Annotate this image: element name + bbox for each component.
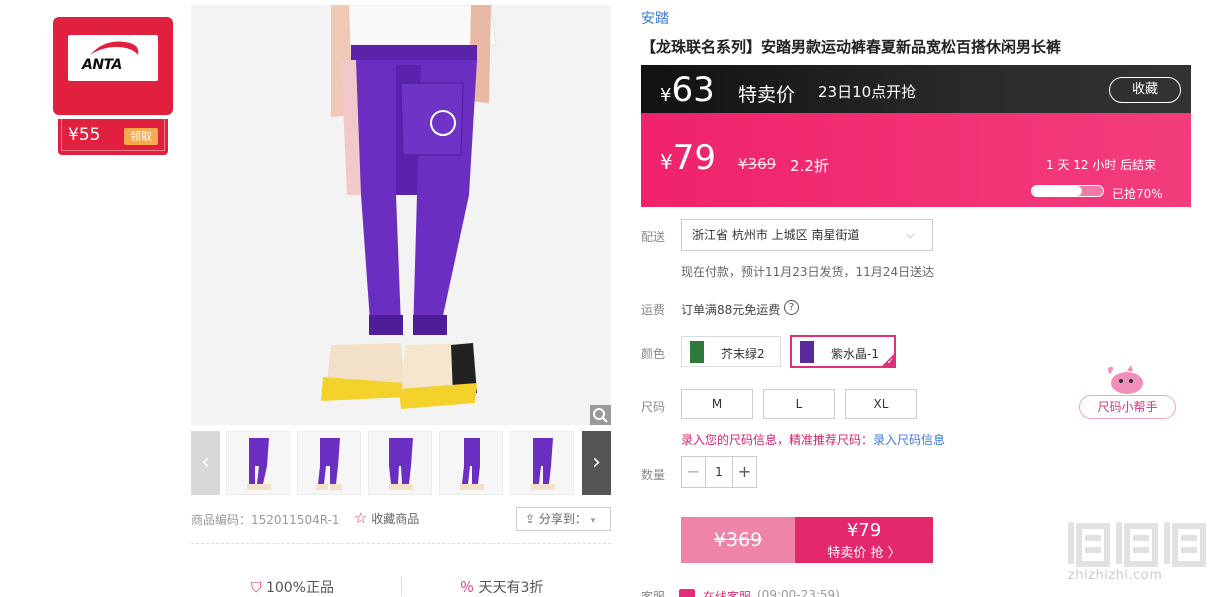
quantity-plus-button[interactable]: + — [732, 457, 756, 487]
chevron-left-icon[interactable]: ‹ — [191, 431, 220, 495]
coupon-top: ANTA — [53, 17, 173, 115]
size-option-l[interactable]: L — [763, 389, 835, 419]
brand-link[interactable]: 安踏 — [641, 8, 669, 28]
size-label: 尺码 — [641, 400, 666, 414]
star-icon: ☆ — [354, 509, 368, 527]
sale-price: ¥79 — [660, 138, 716, 178]
sale-countdown: 1 天 12 小时 后结束 — [1046, 158, 1157, 172]
question-icon[interactable]: ? — [784, 300, 799, 315]
guarantee-divider — [401, 577, 402, 595]
thumbnail-4[interactable] — [439, 431, 503, 495]
coupon-get-button[interactable]: 领取 — [124, 128, 158, 145]
checkmark-icon: ✓ — [886, 357, 894, 367]
thumbnail-3[interactable] — [368, 431, 432, 495]
service-label: 客服 — [641, 590, 666, 597]
original-price: ¥369 — [738, 155, 777, 173]
color-option-mustard-green[interactable]: 芥末绿2 — [681, 336, 781, 367]
product-photo — [191, 5, 611, 425]
mascot-icon[interactable] — [1101, 365, 1149, 395]
sold-progress-label: 已抢70% — [1112, 187, 1163, 201]
color-swatch — [800, 341, 814, 363]
coupon-bottom: ¥55 领取 — [58, 119, 168, 155]
size-helper-button[interactable]: 尺码小帮手 — [1079, 395, 1176, 419]
brand-coupon-badge[interactable]: ANTA ¥55 领取 — [53, 17, 173, 155]
freight-label: 运费 — [641, 303, 666, 317]
flash-price-value: 63 — [671, 70, 715, 110]
thumbnail-2[interactable] — [297, 431, 361, 495]
collect-button[interactable]: 收藏 — [1109, 77, 1181, 103]
share-button[interactable]: ⇪ 分享到： ▾ — [516, 507, 611, 531]
guarantee-authentic: ⛉ 100%正品 — [251, 577, 334, 597]
quantity-label: 数量 — [641, 468, 666, 482]
anta-logo-text: ANTA — [82, 57, 122, 73]
quantity-input[interactable]: 1 — [706, 457, 732, 487]
color-label: 颜色 — [641, 347, 666, 361]
percent-icon: ％ — [460, 580, 474, 596]
chevron-right-icon[interactable]: › — [582, 431, 611, 495]
caret-down-icon: ▾ — [590, 516, 596, 526]
share-label: 分享到： — [538, 512, 587, 526]
color-option-label: 芥末绿2 — [721, 347, 765, 361]
sale-currency: ¥ — [660, 150, 673, 174]
guarantee-discount: ％ 天天有3折 — [460, 577, 543, 597]
buy-original-price: ¥369 — [681, 517, 795, 563]
size-option-m[interactable]: M — [681, 389, 753, 419]
guarantee-2-label: 天天有3折 — [478, 580, 544, 596]
favorite-product-button[interactable]: ☆ 收藏商品 — [354, 509, 419, 527]
quantity-stepper: − 1 + — [681, 456, 757, 488]
color-option-amethyst[interactable]: 紫水晶-1 ✓ — [790, 335, 896, 368]
shield-icon: ⛉ — [251, 580, 262, 596]
thumbnail-1[interactable] — [226, 431, 290, 495]
quantity-minus-button[interactable]: − — [682, 457, 706, 487]
shipping-note: 现在付款，预计11月23日发货，11月24日送达 — [681, 265, 935, 279]
magnifier-icon[interactable] — [590, 405, 611, 425]
chat-icon — [679, 589, 695, 597]
main-product-image[interactable] — [191, 5, 611, 425]
coupon-amount: ¥55 — [68, 125, 101, 145]
online-service-link[interactable]: 在线客服 — [703, 588, 751, 597]
chevron-down-icon: ⌵ — [906, 228, 915, 241]
flash-currency: ¥ — [660, 85, 672, 106]
watermark-logo — [1065, 512, 1215, 572]
share-icon: ⇪ — [525, 512, 536, 526]
thumbnail-5[interactable] — [510, 431, 574, 495]
product-title: 【龙珠联名系列】安踏男款运动裤春夏新品宽松百搭休闲男长裤 — [641, 38, 1062, 56]
flash-sale-price: ¥63 — [660, 70, 715, 110]
size-option-xl[interactable]: XL — [845, 389, 917, 419]
sale-price-value: 79 — [672, 138, 716, 178]
buy-now-button[interactable]: ¥79 特卖价 抢 〉 — [795, 517, 933, 563]
size-info-link[interactable]: 录入尺码信息 — [873, 433, 945, 447]
color-option-label: 紫水晶-1 — [831, 347, 879, 361]
sold-progress-fill — [1032, 186, 1082, 196]
size-hint: 录入您的尺码信息，精准推荐尺码：录入尺码信息 — [681, 431, 945, 448]
color-swatch — [690, 341, 704, 363]
delivery-label: 配送 — [641, 230, 666, 244]
anta-logo: ANTA — [68, 35, 158, 81]
anta-logo-mark — [90, 41, 139, 55]
watermark-url: zhizhizhi.com — [1068, 568, 1163, 583]
size-hint-text: 录入您的尺码信息，精准推荐尺码： — [681, 433, 874, 447]
discount-rate: 2.2折 — [790, 157, 829, 175]
dashed-divider — [191, 543, 611, 544]
favorite-label: 收藏商品 — [371, 512, 420, 526]
guarantee-1-label: 100%正品 — [265, 580, 334, 596]
flash-sale-start-time: 23日10点开抢 — [818, 83, 917, 101]
buy-action-label: 特卖价 抢 〉 — [827, 546, 901, 561]
address-select[interactable]: 浙江省 杭州市 上城区 南星街道 — [681, 219, 933, 251]
freight-text: 订单满88元免运费 — [681, 303, 781, 317]
buy-price: ¥79 — [846, 520, 882, 541]
flash-sale-label: 特卖价 — [738, 84, 796, 106]
service-hours: (09:00-23:59) — [757, 588, 840, 597]
sold-progress-bar — [1031, 185, 1104, 197]
sku-code: 商品编码：152011504R-1 — [191, 513, 340, 527]
